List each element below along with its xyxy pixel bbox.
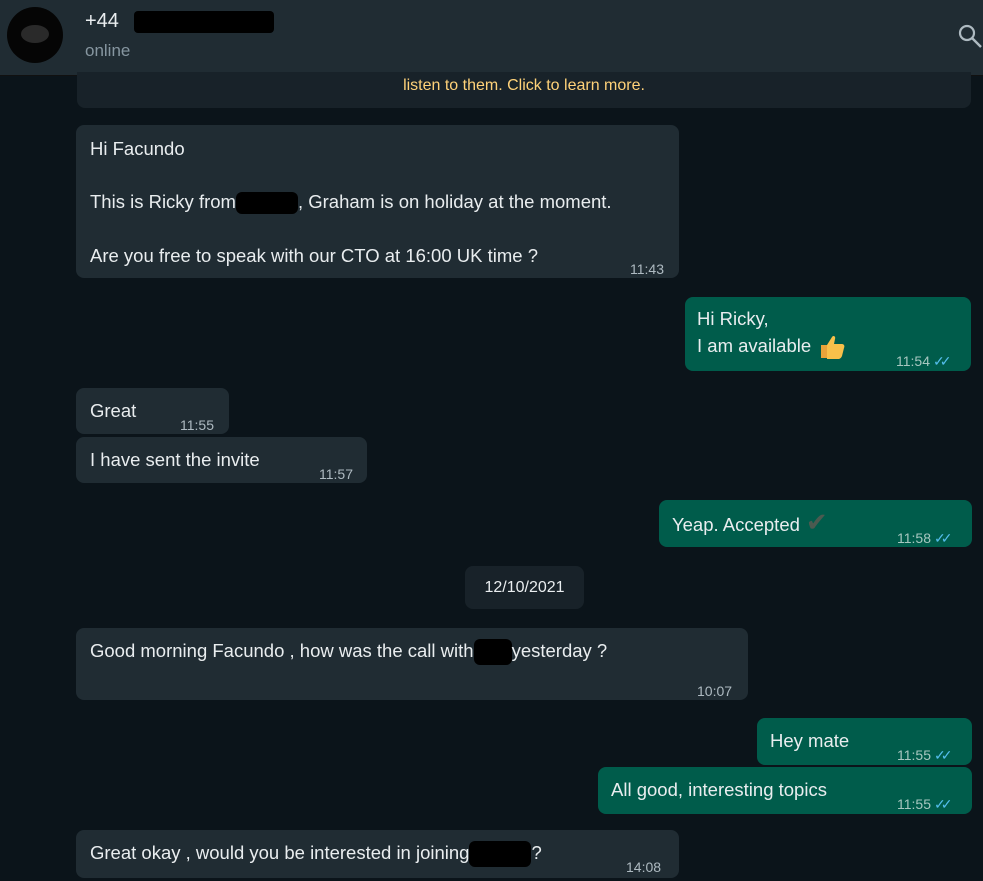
redacted-name <box>473 639 512 666</box>
message-text: Hi Facundo <box>90 138 185 159</box>
message-text-line: Good morning Facundo , how was the call … <box>90 637 608 666</box>
date-divider: 12/10/2021 <box>465 566 584 609</box>
message-text: I have sent the invite <box>90 449 260 470</box>
check-mark-icon: ✔ <box>805 507 828 537</box>
message-text: I am available <box>697 335 812 356</box>
message-time: 11:54 <box>896 353 930 369</box>
message-text: Are you free to speak with our CTO at 16… <box>90 245 538 266</box>
message-text: Yeap. Accepted <box>672 514 800 535</box>
double-check-icon: ✓✓ <box>933 353 952 369</box>
message-time: 11:43 <box>630 261 664 277</box>
double-check-icon: ✓✓ <box>934 530 953 546</box>
message-text: Great okay , would you be interested in … <box>90 842 470 863</box>
thumbs-up-icon <box>821 336 845 360</box>
message-time-group: 11:58 ✓✓ <box>897 525 953 552</box>
contact-phone-prefix[interactable]: +44 <box>85 10 119 33</box>
outgoing-message: Yeap. Accepted ✔ 11:58 ✓✓ <box>659 500 972 547</box>
message-time: 11:55 <box>897 796 931 812</box>
message-text-line: I am available <box>697 332 847 362</box>
encryption-notice-banner[interactable]: listen to them. Click to learn more. <box>77 72 971 108</box>
redacted-phone-number <box>134 11 274 33</box>
encryption-notice-text[interactable]: listen to them. Click to learn more. <box>403 77 645 94</box>
double-check-icon: ✓✓ <box>934 747 953 763</box>
message-text: Great <box>90 400 137 421</box>
message-text: , Graham is on holiday at the moment. <box>297 191 612 212</box>
outgoing-message: Hi Ricky, I am available 11:54 ✓✓ <box>685 297 971 371</box>
incoming-message: I have sent the invite 11:57 <box>76 437 367 483</box>
incoming-message: Good morning Facundo , how was the call … <box>76 628 748 700</box>
message-time: 11:55 <box>897 747 931 763</box>
message-text-line: Great okay , would you be interested in … <box>90 839 542 868</box>
redacted-company-name <box>235 192 298 215</box>
message-text: All good, interesting topics <box>611 779 827 800</box>
outgoing-message: All good, interesting topics 11:55 ✓✓ <box>598 767 972 814</box>
contact-avatar[interactable] <box>7 7 63 63</box>
message-text-line: This is Ricky from , Graham is on holiday… <box>90 188 612 215</box>
incoming-message: Great okay , would you be interested in … <box>76 830 679 878</box>
message-time-group: 11:55 ✓✓ <box>897 791 953 818</box>
message-time-group: 11:54 ✓✓ <box>896 348 952 375</box>
search-icon[interactable] <box>958 24 982 48</box>
double-check-icon: ✓✓ <box>934 796 953 812</box>
message-time: 11:58 <box>897 530 931 546</box>
redacted-company-name <box>469 841 532 868</box>
message-text: This is Ricky from <box>90 191 236 212</box>
message-time: 11:55 <box>180 417 214 433</box>
chat-header: +44 online <box>0 0 983 76</box>
avatar-image <box>21 25 49 43</box>
message-text: Hi Ricky, <box>697 308 769 329</box>
message-time-group: 11:55 ✓✓ <box>897 742 953 769</box>
incoming-message: Hi Facundo This is Ricky from , Graham is… <box>76 125 679 278</box>
message-time: 14:08 <box>626 859 662 875</box>
message-text: Hey mate <box>770 730 850 751</box>
message-time: 10:07 <box>697 683 733 699</box>
incoming-message: Great 11:55 <box>76 388 229 434</box>
message-text: Good morning Facundo , how was the call … <box>90 640 474 661</box>
message-time: 11:57 <box>319 466 353 482</box>
outgoing-message: Hey mate 11:55 ✓✓ <box>757 718 972 765</box>
message-text: ? <box>531 842 542 863</box>
message-text-line: Yeap. Accepted ✔ <box>672 509 828 538</box>
contact-status: online <box>85 41 131 60</box>
message-text: yesterday ? <box>511 640 608 661</box>
